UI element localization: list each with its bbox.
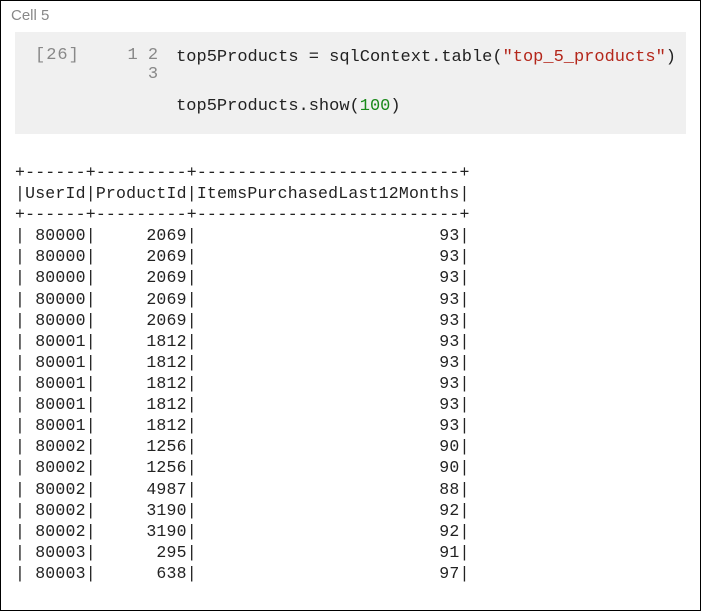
- execution-count: [26]: [35, 46, 80, 120]
- line-gutter: 1 2 3: [110, 46, 158, 120]
- code-text[interactable]: top5Products = sqlContext.table("top_5_p…: [176, 46, 676, 120]
- cell-output: +------+---------+----------------------…: [1, 134, 700, 584]
- cell-header: Cell 5: [1, 1, 700, 30]
- code-area[interactable]: 1 2 3 top5Products = sqlContext.table("t…: [110, 46, 676, 120]
- code-cell[interactable]: [26] 1 2 3 top5Products = sqlContext.tab…: [15, 32, 686, 134]
